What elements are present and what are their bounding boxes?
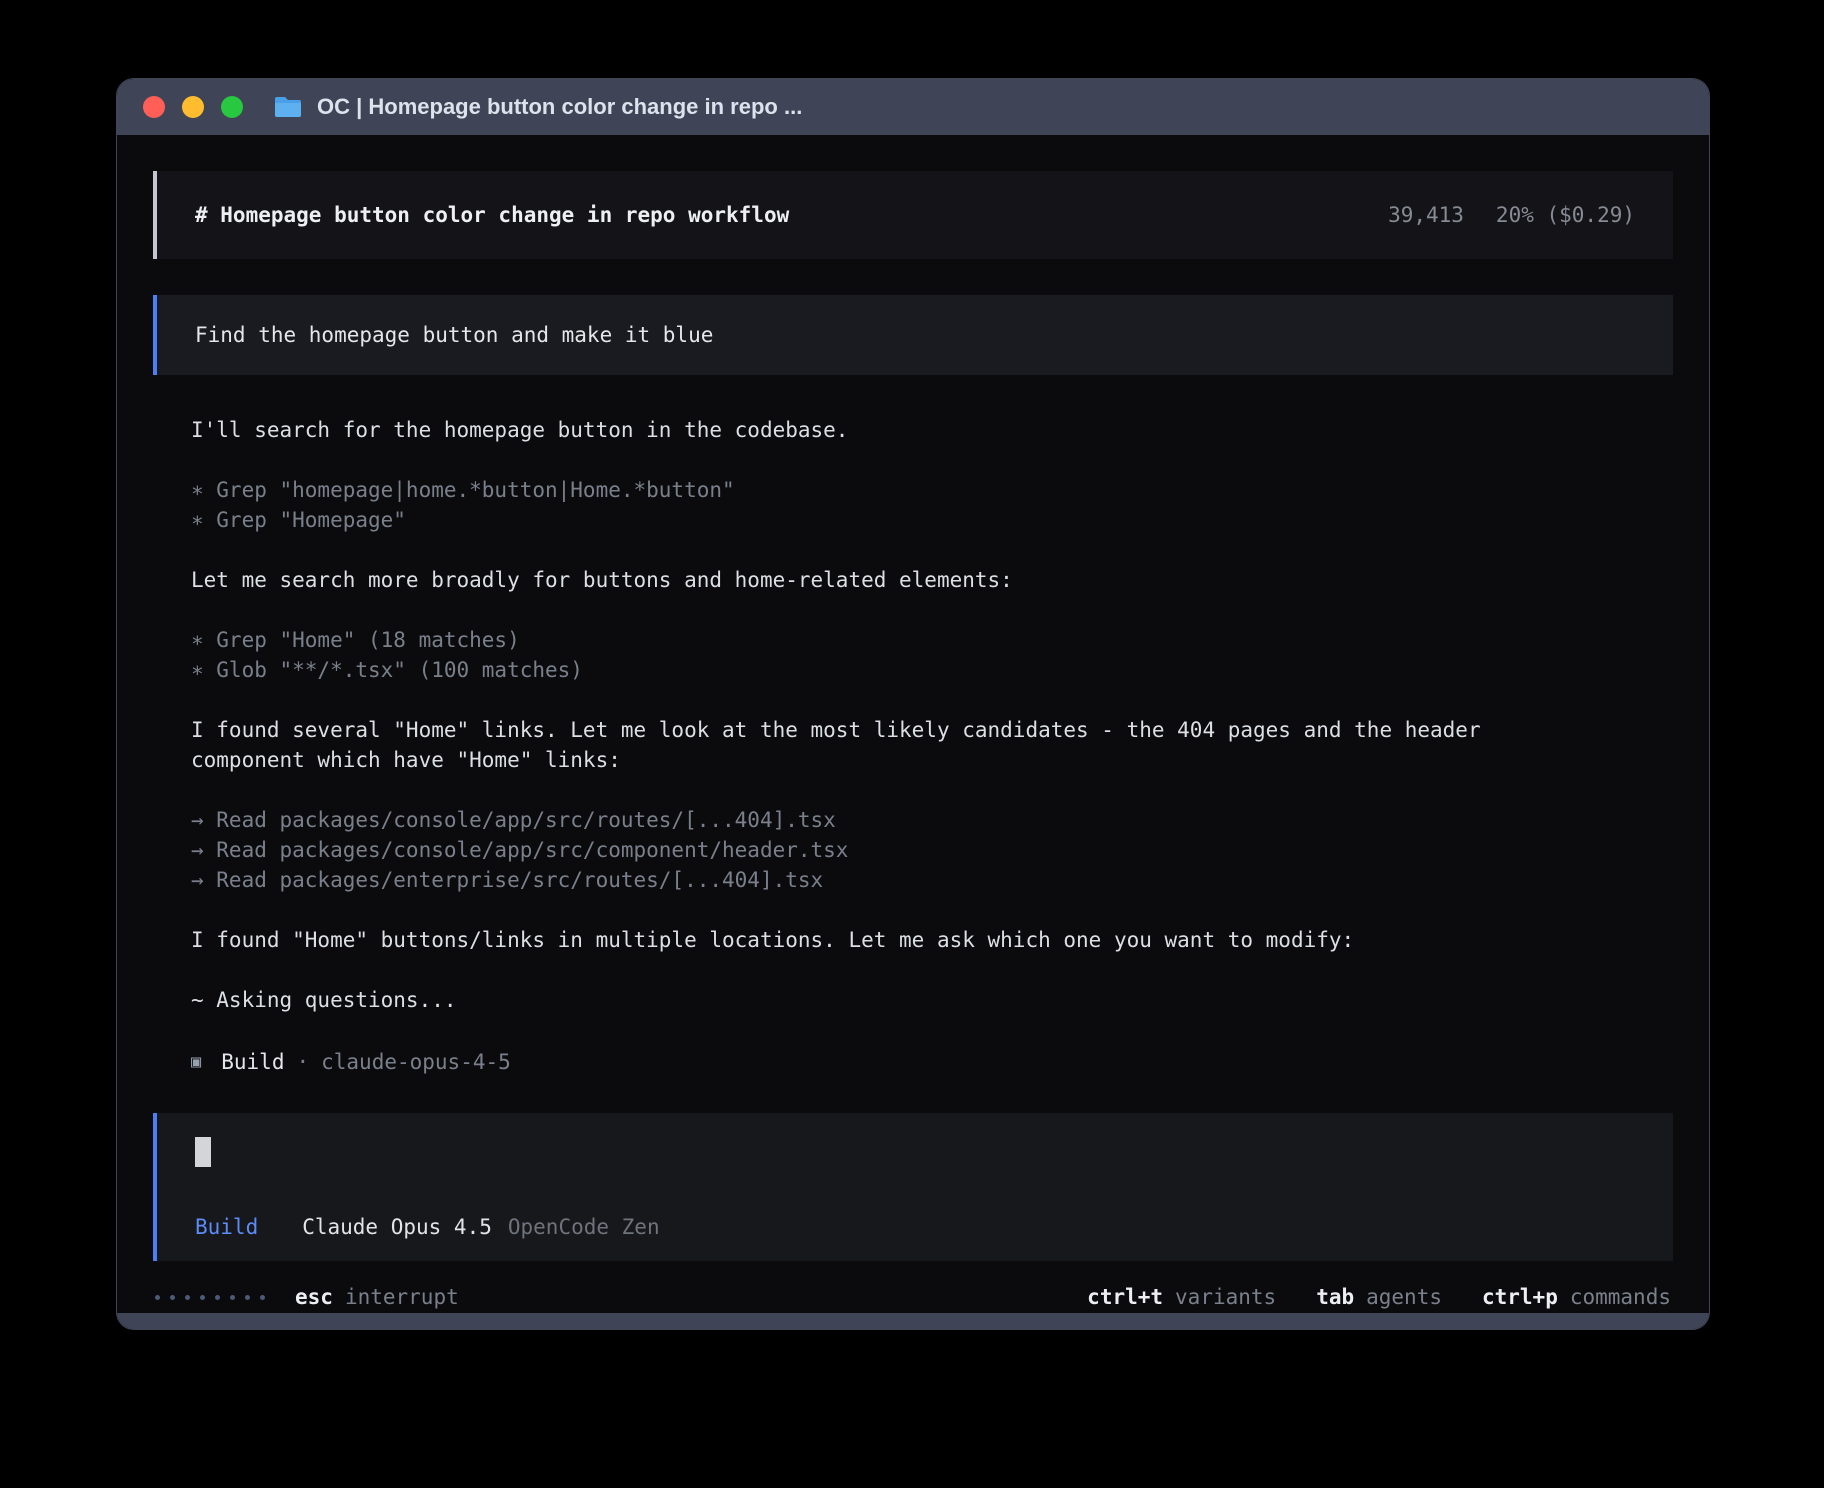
shortcut-key: ctrl+t <box>1087 1285 1163 1309</box>
transcript-gap <box>191 445 1501 475</box>
transcript-gap <box>191 535 1501 565</box>
agent-separator: · <box>296 1050 309 1074</box>
provider-label: OpenCode Zen <box>508 1215 660 1239</box>
maximize-button[interactable] <box>221 96 243 118</box>
agent-model-label: claude-opus-4-5 <box>321 1050 511 1074</box>
prompt-input[interactable]: Build Claude Opus 4.5 OpenCode Zen <box>153 1113 1673 1261</box>
assistant-text-line: I'll search for the homepage button in t… <box>191 415 1501 445</box>
user-message-text: Find the homepage button and make it blu… <box>195 323 713 347</box>
transcript-gap <box>191 955 1501 985</box>
spinner-dot <box>185 1295 190 1300</box>
tool-call-line: ∗ Grep "Homepage" <box>191 505 1501 535</box>
tool-call-line: ∗ Glob "**/*.tsx" (100 matches) <box>191 655 1501 685</box>
shortcut-hint: tab agents <box>1316 1285 1442 1309</box>
shortcut-label: agents <box>1366 1285 1442 1309</box>
shortcut-label: variants <box>1175 1285 1276 1309</box>
shortcut-key: ctrl+p <box>1482 1285 1558 1309</box>
assistant-text-line: I found several "Home" links. Let me loo… <box>191 715 1501 775</box>
esc-label: interrupt <box>345 1285 459 1309</box>
user-message: Find the homepage button and make it blu… <box>153 295 1673 375</box>
assistant-text-line: Let me search more broadly for buttons a… <box>191 565 1501 595</box>
transcript: I'll search for the homepage button in t… <box>153 415 1673 1015</box>
spinner-dot <box>215 1295 220 1300</box>
session-header: # Homepage button color change in repo w… <box>153 171 1673 259</box>
minimize-button[interactable] <box>182 96 204 118</box>
folder-icon <box>273 95 303 119</box>
transcript-gap <box>191 775 1501 805</box>
session-stats: 39,413 20% ($0.29) <box>1388 203 1635 227</box>
shortcut-hint: ctrl+t variants <box>1087 1285 1276 1309</box>
spinner-dot <box>260 1295 265 1300</box>
shortcut-label: commands <box>1570 1285 1671 1309</box>
shortcut-key: tab <box>1316 1285 1354 1309</box>
tool-call-line: → Read packages/console/app/src/routes/[… <box>191 805 1501 835</box>
transcript-gap <box>191 595 1501 625</box>
tool-call-line: → Read packages/console/app/src/componen… <box>191 835 1501 865</box>
tool-call-line: ∗ Grep "homepage|home.*button|Home.*butt… <box>191 475 1501 505</box>
titlebar[interactable]: OC | Homepage button color change in rep… <box>117 79 1709 135</box>
close-button[interactable] <box>143 96 165 118</box>
model-label: Claude Opus 4.5 <box>302 1215 492 1239</box>
model-bar: Build Claude Opus 4.5 OpenCode Zen <box>195 1215 660 1239</box>
spinner-dot <box>200 1295 205 1300</box>
terminal-window: OC | Homepage button color change in rep… <box>116 78 1710 1330</box>
transcript-gap <box>191 685 1501 715</box>
agent-status-line: ▣ Build · claude-opus-4-5 <box>153 1047 1673 1077</box>
esc-key: esc <box>295 1285 333 1309</box>
tool-call-line: ∗ Grep "Home" (18 matches) <box>191 625 1501 655</box>
text-cursor <box>195 1137 211 1167</box>
spinner-dot <box>230 1295 235 1300</box>
spinner-dot <box>245 1295 250 1300</box>
mode-label: Build <box>195 1215 258 1239</box>
agent-build-icon: ▣ <box>191 1052 201 1072</box>
spinner-dots <box>155 1295 265 1300</box>
token-count: 39,413 <box>1388 203 1464 227</box>
status-bar-right: ctrl+t variants tab agents ctrl+p commands <box>1087 1285 1671 1309</box>
status-bar-left: esc interrupt <box>155 1285 459 1309</box>
tool-call-line: → Read packages/enterprise/src/routes/[.… <box>191 865 1501 895</box>
window-bottom-strip <box>117 1313 1709 1329</box>
context-usage: 20% ($0.29) <box>1496 203 1635 227</box>
window-title: OC | Homepage button color change in rep… <box>317 94 802 120</box>
agent-mode-label: Build <box>221 1050 284 1074</box>
status-bar: esc interrupt ctrl+tvariantstabagentsctr… <box>153 1277 1673 1317</box>
spinner-dot <box>170 1295 175 1300</box>
assistant-text-line: ~ Asking questions... <box>191 985 1501 1015</box>
terminal-content: # Homepage button color change in repo w… <box>117 171 1709 1317</box>
session-title: # Homepage button color change in repo w… <box>195 203 789 227</box>
traffic-lights <box>143 96 243 118</box>
transcript-gap <box>191 895 1501 925</box>
spinner-dot <box>155 1295 160 1300</box>
shortcut-hint: ctrl+p commands <box>1482 1285 1671 1309</box>
assistant-text-line: I found "Home" buttons/links in multiple… <box>191 925 1501 955</box>
